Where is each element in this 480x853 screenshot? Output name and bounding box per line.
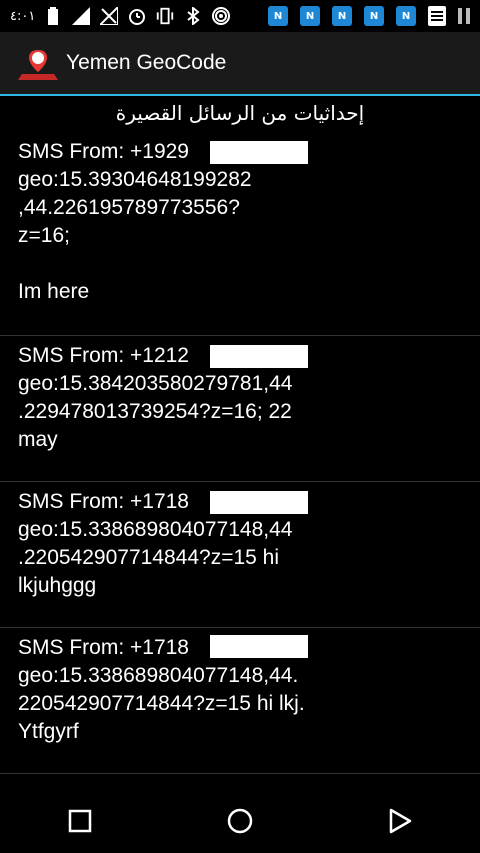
home-button[interactable] (210, 791, 270, 851)
app-notification-icon: N (396, 6, 416, 26)
square-icon (68, 809, 92, 833)
app-notification-icon: N (332, 6, 352, 26)
list-item[interactable]: SMS From: +1929 geo:15.39304648199282 ,4… (0, 132, 480, 336)
app-bar: Yemen GeoCode (0, 32, 480, 96)
list-item[interactable]: SMS From: +1212 geo:15.384203580279781,4… (0, 336, 480, 482)
battery-icon (43, 6, 63, 26)
app-notification-icon: N (364, 6, 384, 26)
notification-icons: N N N N N (268, 6, 470, 26)
recents-button[interactable] (50, 791, 110, 851)
app-logo-icon[interactable] (18, 44, 58, 82)
redacted-number (210, 345, 308, 368)
bluetooth-icon (183, 6, 203, 26)
app-notification-icon: N (268, 6, 288, 26)
vibrate-icon (155, 6, 175, 26)
redacted-number (210, 141, 308, 164)
pause-icon (458, 8, 470, 24)
hotspot-icon (211, 6, 231, 26)
app-notification-icon: N (300, 6, 320, 26)
section-header: إحداثيات من الرسائل القصيرة (115, 101, 365, 125)
circle-icon (227, 808, 253, 834)
redacted-number (210, 635, 308, 658)
list-item[interactable]: SMS From: +1718 geo:15.338689804077148,4… (0, 628, 480, 774)
alarm-icon (127, 6, 147, 26)
list-item[interactable]: SMS From: +1718 geo:15.338689804077148,4… (0, 482, 480, 628)
status-bar: ٤:٠١ N N N N N (0, 0, 480, 32)
document-icon (428, 6, 446, 26)
navigation-bar (0, 789, 480, 853)
status-left: ٤:٠١ (0, 6, 231, 26)
triangle-icon (389, 808, 412, 834)
app-title: Yemen GeoCode (66, 51, 227, 74)
back-button[interactable] (370, 791, 430, 851)
redacted-number (210, 491, 308, 514)
no-signal-icon (99, 6, 119, 26)
sms-list: SMS From: +1929 geo:15.39304648199282 ,4… (0, 132, 480, 774)
clock: ٤:٠١ (10, 8, 36, 24)
signal-icon (71, 6, 91, 26)
